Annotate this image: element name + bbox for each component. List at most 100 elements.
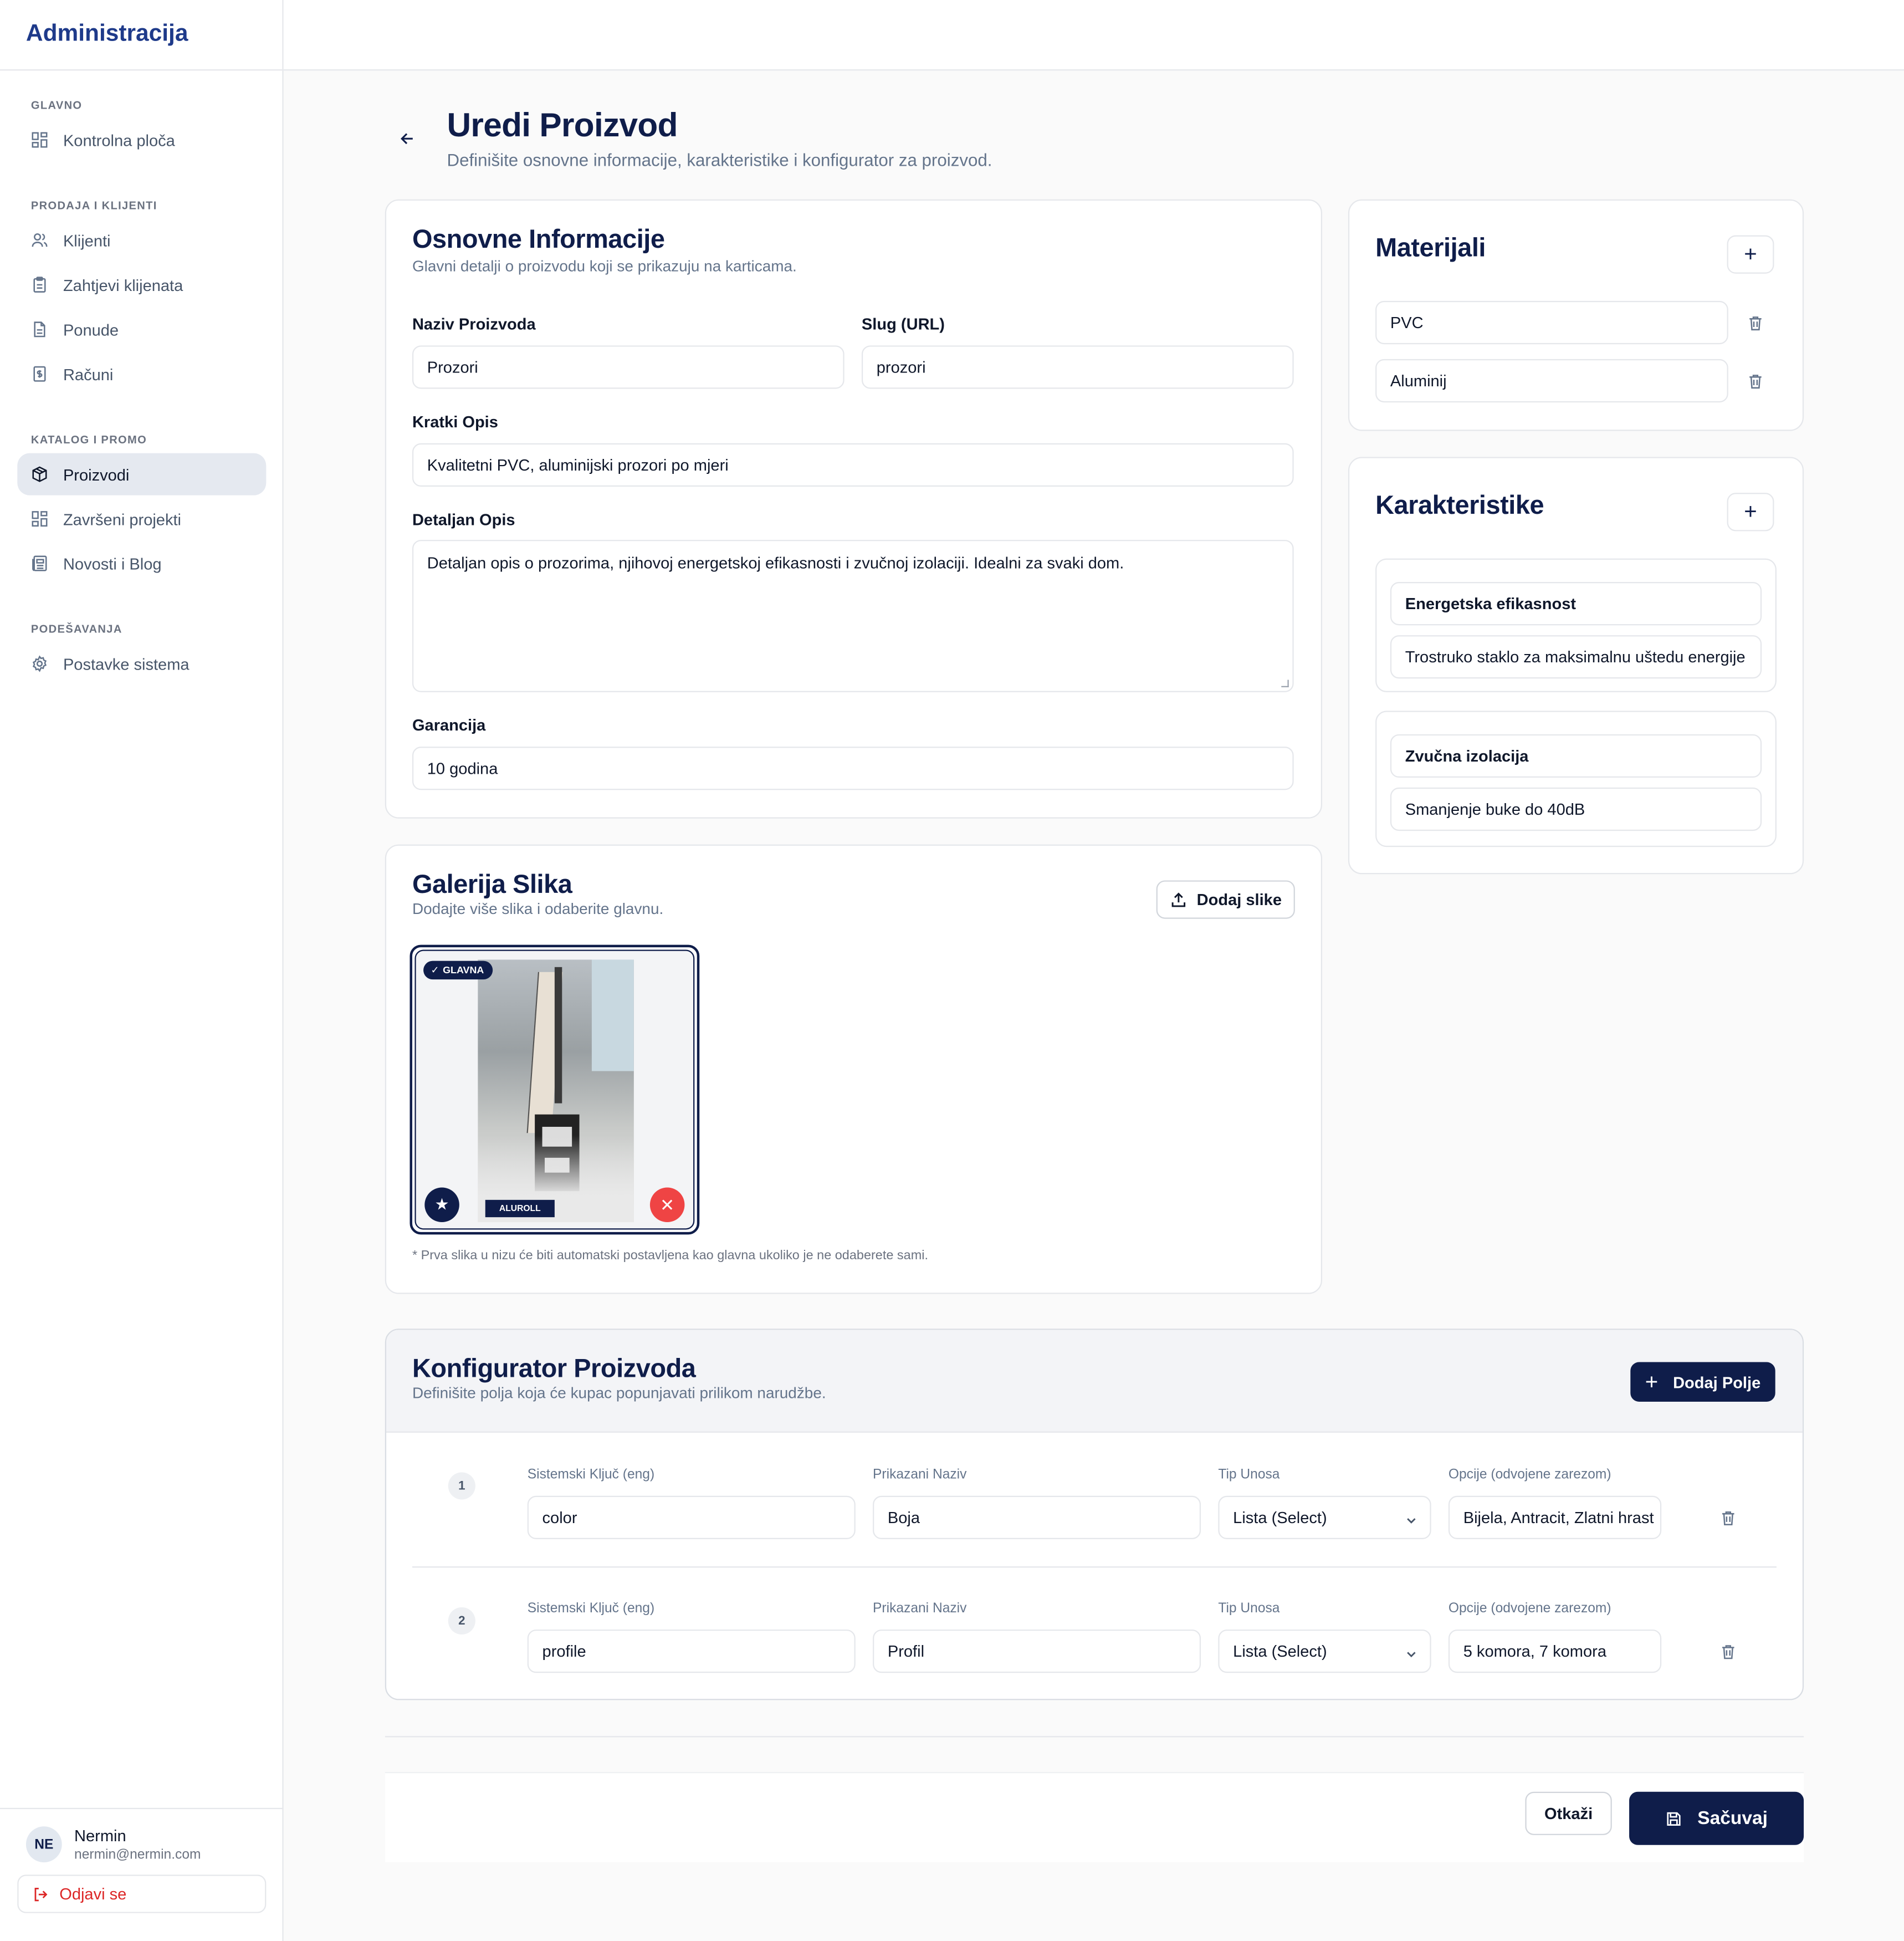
- resize-handle-icon[interactable]: [1281, 680, 1289, 687]
- app-title: Administracija: [0, 0, 283, 71]
- display-label: Prikazani Naziv: [873, 1467, 967, 1483]
- add-feature-button[interactable]: +: [1727, 493, 1774, 532]
- logout-label: Odjavi se: [59, 1884, 127, 1903]
- sidebar-item-label: Završeni projekti: [63, 509, 182, 528]
- options-label: Opcije (odvojene zarezom): [1448, 1467, 1611, 1483]
- sidebar: Administracija GLAVNO Kontrolna ploča PR…: [0, 0, 284, 1941]
- features-title: Karakteristike: [1375, 491, 1544, 520]
- sidebar-item-kontrolna-ploca[interactable]: Kontrolna ploča: [17, 119, 266, 161]
- sidebar-item-novosti[interactable]: Novosti i Blog: [17, 543, 266, 585]
- logout-button[interactable]: Odjavi se: [17, 1874, 267, 1913]
- configurator-row: 2 Sistemski Ključ (eng) profile Prikazan…: [386, 1567, 1803, 1699]
- close-icon: ✕: [660, 1194, 675, 1214]
- feature-item: Energetska efikasnost Trostruko staklo z…: [1375, 558, 1777, 692]
- feature-item: Zvučna izolacija Smanjenje buke do 40dB: [1375, 711, 1777, 847]
- gallery-title: Galerija Slika: [412, 870, 572, 899]
- warranty-input[interactable]: 10 godina: [412, 747, 1294, 790]
- basic-info-title: Osnovne Informacije: [412, 225, 665, 254]
- system-key-input[interactable]: profile: [527, 1630, 856, 1673]
- material-input[interactable]: Aluminij: [1375, 359, 1728, 403]
- brand-logo: ALUROLL: [485, 1199, 555, 1218]
- sidebar-footer: NE Nermin nermin@nermin.com Odjavi se: [0, 1807, 284, 1941]
- sidebar-item-klijenti[interactable]: Klijenti: [17, 219, 266, 261]
- add-images-button[interactable]: Dodaj slike: [1156, 880, 1295, 919]
- sidebar-item-label: Postavke sistema: [63, 654, 190, 673]
- nav-heading-glavno: GLAVNO: [30, 99, 83, 112]
- check-icon: ✓: [431, 964, 439, 976]
- save-icon: [1665, 1810, 1682, 1827]
- feature-description-input[interactable]: Smanjenje buke do 40dB: [1390, 787, 1762, 831]
- save-button[interactable]: Sačuvaj: [1629, 1791, 1804, 1845]
- display-name-input[interactable]: Profil: [873, 1630, 1201, 1673]
- slug-input[interactable]: prozori: [861, 345, 1294, 389]
- trash-icon[interactable]: [1747, 372, 1764, 390]
- configurator-row: 1 Sistemski Ključ (eng) color Prikazani …: [386, 1434, 1803, 1567]
- gallery-card: Galerija Slika Dodajte više slika i odab…: [385, 844, 1323, 1294]
- footer-divider: [385, 1736, 1804, 1738]
- add-field-label: Dodaj Polje: [1673, 1372, 1761, 1392]
- sidebar-item-label: Proizvodi: [63, 464, 130, 484]
- user-email: nermin@nermin.com: [74, 1847, 201, 1863]
- cancel-button[interactable]: Otkaži: [1525, 1791, 1612, 1835]
- gallery-note: * Prva slika u nizu će biti automatski p…: [412, 1248, 928, 1263]
- detail-desc-textarea[interactable]: Detaljan opis o prozorima, njihovoj ener…: [412, 540, 1294, 692]
- feature-name-input[interactable]: Energetska efikasnost: [1390, 582, 1762, 626]
- key-label: Sistemski Ključ (eng): [527, 1467, 655, 1483]
- sidebar-item-proizvodi[interactable]: Proizvodi: [17, 453, 267, 496]
- trash-icon[interactable]: [1719, 1509, 1737, 1526]
- sidebar-item-label: Novosti i Blog: [63, 554, 162, 573]
- back-arrow-icon[interactable]: [398, 130, 416, 147]
- add-field-button[interactable]: + Dodaj Polje: [1630, 1362, 1775, 1402]
- sidebar-item-label: Računi: [63, 364, 114, 384]
- remove-image-button[interactable]: ✕: [649, 1187, 685, 1223]
- clipboard-icon: [31, 276, 48, 293]
- sidebar-item-label: Kontrolna ploča: [63, 130, 175, 150]
- set-main-star-button[interactable]: ★: [424, 1187, 459, 1223]
- avatar: NE: [25, 1826, 62, 1863]
- add-material-button[interactable]: +: [1727, 235, 1774, 274]
- sidebar-item-postavke[interactable]: Postavke sistema: [17, 642, 266, 685]
- system-key-input[interactable]: color: [527, 1495, 856, 1539]
- options-input[interactable]: Bijela, Antracit, Zlatni hrast: [1448, 1495, 1662, 1539]
- material-input[interactable]: PVC: [1375, 300, 1728, 345]
- sidebar-item-racuni[interactable]: Računi: [17, 353, 266, 395]
- sidebar-item-ponude[interactable]: Ponude: [17, 308, 266, 350]
- product-name-input[interactable]: Prozori: [412, 345, 844, 389]
- plus-icon: +: [1744, 499, 1757, 524]
- sidebar-item-label: Zahtjevi klijenata: [63, 275, 183, 294]
- gear-icon: [31, 655, 48, 672]
- slug-label: Slug (URL): [861, 314, 945, 333]
- display-name-input[interactable]: Boja: [873, 1495, 1201, 1539]
- chevron-down-icon: [1405, 1646, 1417, 1658]
- user-profile: NE Nermin nermin@nermin.com: [17, 1826, 266, 1863]
- detail-desc-label: Detaljan Opis: [412, 510, 515, 529]
- display-label: Prikazani Naziv: [873, 1601, 967, 1616]
- page-title: Uredi Proizvod: [447, 106, 678, 144]
- trash-icon[interactable]: [1747, 314, 1764, 331]
- configurator-card: Konfigurator Proizvoda Definišite polja …: [385, 1329, 1804, 1700]
- upload-icon: [1169, 891, 1186, 908]
- feature-name-input[interactable]: Zvučna izolacija: [1390, 734, 1762, 778]
- short-desc-input[interactable]: Kvalitetni PVC, aluminijski prozori po m…: [412, 443, 1294, 487]
- row-number-badge: 1: [448, 1472, 475, 1500]
- nav-heading-prodaja: PRODAJA I KLIJENTI: [30, 199, 157, 212]
- row-number-badge: 2: [448, 1607, 475, 1635]
- select-value: Lista (Select): [1233, 1642, 1327, 1661]
- trash-icon[interactable]: [1719, 1643, 1737, 1661]
- sidebar-item-zahtjevi[interactable]: Zahtjevi klijenata: [17, 264, 266, 306]
- input-type-select[interactable]: Lista (Select): [1218, 1495, 1431, 1539]
- main-image-badge: ✓ GLAVNA: [423, 961, 493, 980]
- sidebar-item-zavrseni-projekti[interactable]: Završeni projekti: [17, 498, 266, 540]
- options-input[interactable]: 5 komora, 7 komora: [1448, 1630, 1662, 1673]
- gallery-image-tile[interactable]: ALUROLL ✓ GLAVNA ★ ✕: [410, 944, 700, 1235]
- nav-heading-katalog: KATALOG I PROMO: [30, 433, 147, 446]
- product-photo: ALUROLL: [478, 959, 634, 1223]
- package-icon: [31, 466, 48, 483]
- options-label: Opcije (odvojene zarezom): [1448, 1601, 1611, 1616]
- plus-icon: +: [1744, 241, 1757, 267]
- input-type-select[interactable]: Lista (Select): [1218, 1630, 1431, 1673]
- configurator-title: Konfigurator Proizvoda: [412, 1355, 696, 1383]
- warranty-label: Garancija: [412, 716, 486, 734]
- feature-description-input[interactable]: Trostruko staklo za maksimalnu uštedu en…: [1390, 635, 1762, 679]
- nav-heading-podesavanja: PODEŠAVANJA: [30, 622, 122, 636]
